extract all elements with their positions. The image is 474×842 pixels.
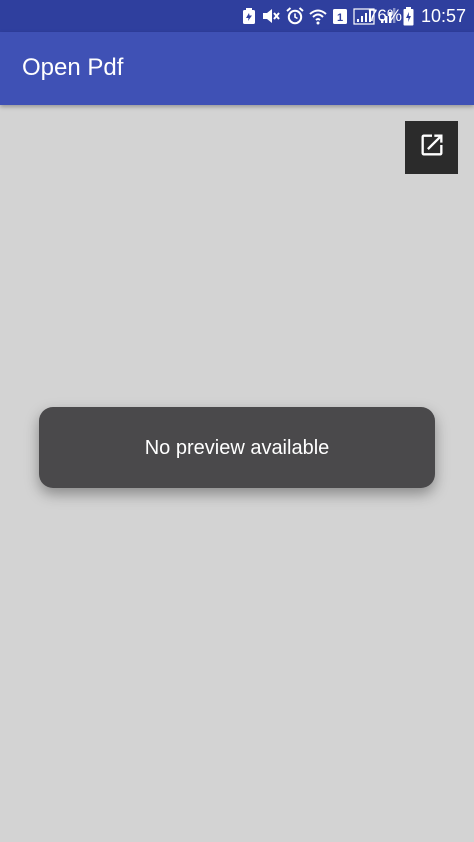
app-bar: Open Pdf: [0, 32, 474, 105]
status-time: 10:57: [420, 6, 466, 26]
wifi-icon: [309, 7, 327, 25]
open-external-button[interactable]: [405, 121, 458, 174]
sim-badge-icon: 1: [332, 7, 348, 25]
no-preview-toast: No preview available: [39, 407, 435, 488]
alarm-icon: [286, 7, 304, 25]
battery-saver-icon: [242, 7, 256, 25]
mute-icon: [261, 7, 281, 25]
battery-percent: 76%: [367, 6, 402, 25]
app-title: Open Pdf: [22, 54, 124, 81]
sim-badge-label: 1: [337, 12, 343, 24]
open-in-new-icon: [418, 131, 446, 164]
battery-charging-icon: [403, 7, 414, 31]
status-bar: 1 76% 10:57: [0, 0, 474, 32]
no-preview-message: No preview available: [144, 436, 330, 459]
